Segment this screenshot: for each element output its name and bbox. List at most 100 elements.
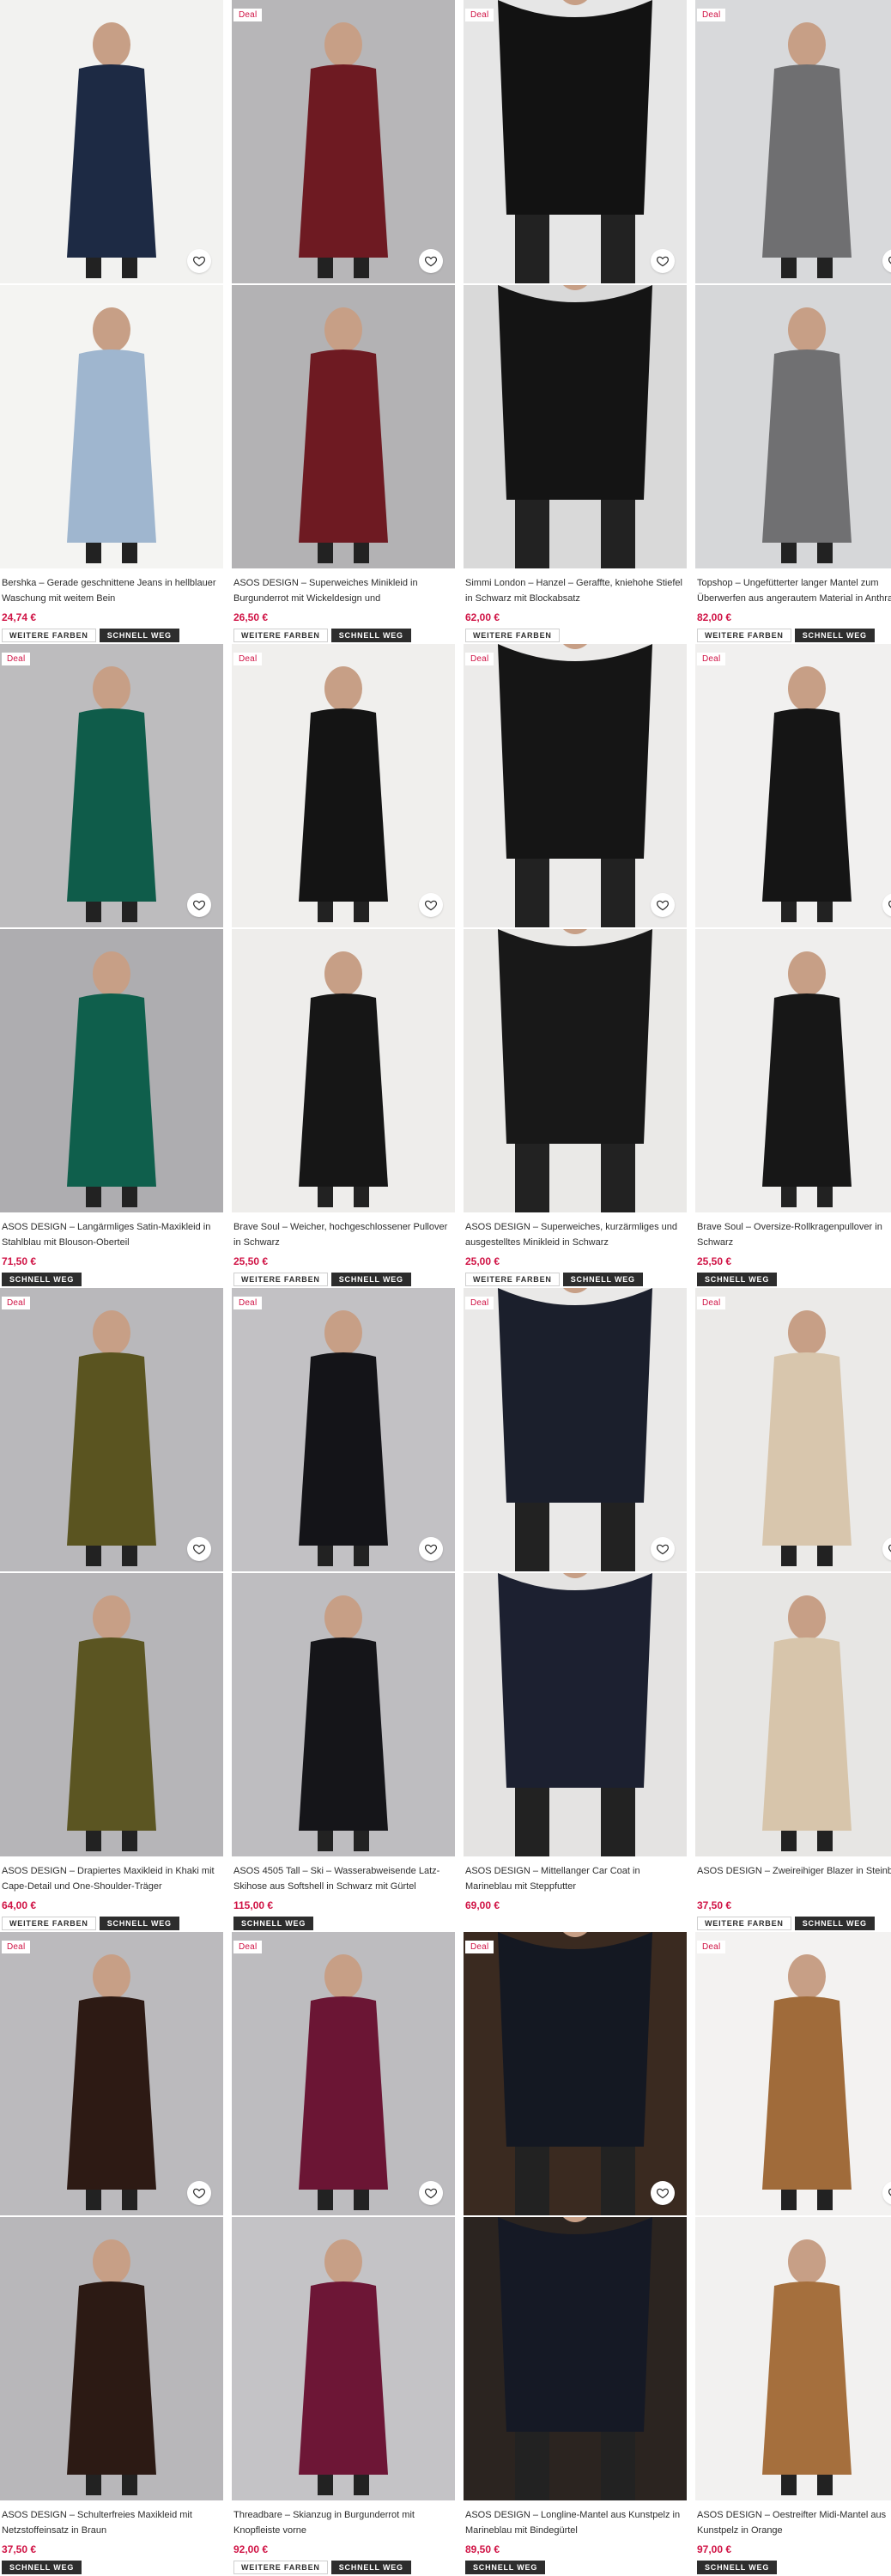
product-title[interactable]: Brave Soul – Weicher, hochgeschlossener … [232,1219,455,1250]
more-colors-tag[interactable]: WEITERE FARBEN [465,629,560,642]
product-image-secondary[interactable] [232,285,455,568]
save-for-later-button[interactable] [187,249,211,273]
save-for-later-button[interactable] [651,893,675,917]
save-for-later-button[interactable] [651,1537,675,1561]
product-card[interactable]: Deal ASOS DESIGN – Langärmliges Satin-Ma… [0,644,223,1288]
product-image-primary[interactable] [0,0,223,283]
product-title[interactable]: Topshop – Ungefütterter langer Mantel zu… [695,575,891,606]
product-price: 89,50 € [465,2543,500,2555]
heart-icon [424,1544,438,1555]
product-image-primary[interactable]: Deal [695,1288,891,1571]
product-image-primary[interactable]: Deal [464,1932,687,2215]
save-for-later-button[interactable] [651,249,675,273]
product-photo [695,644,891,927]
product-title[interactable]: ASOS DESIGN – Superweiches Minikleid in … [232,575,455,606]
product-title[interactable]: ASOS DESIGN – Superweiches, kurzärmliges… [464,1219,687,1250]
product-image-primary[interactable]: Deal [695,0,891,283]
product-image-primary[interactable]: Deal [464,1288,687,1571]
save-for-later-button[interactable] [419,1537,443,1561]
deal-badge: Deal [465,653,494,665]
product-card[interactable]: Deal Simmi London – Hanzel – Geraffte, k… [464,0,687,644]
product-card[interactable]: Deal ASOS DESIGN – Superweiches Miniklei… [232,0,455,644]
product-image-primary[interactable]: Deal [0,1288,223,1571]
product-card[interactable]: Deal ASOS DESIGN – Zweireihiger Blazer i… [695,1288,891,1932]
product-card[interactable]: Bershka – Gerade geschnittene Jeans in h… [0,0,223,644]
product-image-primary[interactable]: Deal [232,0,455,283]
product-image-secondary[interactable] [0,285,223,568]
product-photo [232,0,455,283]
more-colors-tag[interactable]: WEITERE FARBEN [2,1917,96,1930]
product-image-primary[interactable]: Deal [232,1932,455,2215]
product-title[interactable]: ASOS DESIGN – Mittellanger Car Coat in M… [464,1863,687,1894]
product-title[interactable]: ASOS DESIGN – Oestreifter Midi-Mantel au… [695,2507,891,2538]
product-image-secondary[interactable] [695,1573,891,1856]
more-colors-tag[interactable]: WEITERE FARBEN [233,2561,328,2574]
more-colors-tag[interactable]: WEITERE FARBEN [697,1917,791,1930]
product-image-primary[interactable]: Deal [0,1932,223,2215]
product-image-secondary[interactable] [0,929,223,1212]
deal-badge: Deal [2,1297,31,1309]
product-photo [695,1288,891,1571]
product-title[interactable]: Simmi London – Hanzel – Geraffte, knieho… [464,575,687,606]
product-title[interactable]: ASOS DESIGN – Langärmliges Satin-Maxikle… [0,1219,223,1250]
product-tags: WEITERE FARBEN SCHNELL WEG [695,1917,891,1930]
save-for-later-button[interactable] [419,893,443,917]
heart-icon [424,900,438,911]
product-title[interactable]: Brave Soul – Oversize-Rollkragenpullover… [695,1219,891,1250]
more-colors-tag[interactable]: WEITERE FARBEN [233,629,328,642]
product-title[interactable]: ASOS DESIGN – Zweireihiger Blazer in Ste… [695,1863,891,1894]
product-photo [695,2217,891,2500]
product-tags: WEITERE FARBEN [464,629,687,642]
more-colors-tag[interactable]: WEITERE FARBEN [697,629,791,642]
more-colors-tag[interactable]: WEITERE FARBEN [233,1273,328,1286]
product-title[interactable]: ASOS DESIGN – Longline-Mantel aus Kunstp… [464,2507,687,2538]
product-image-primary[interactable]: Deal [695,1932,891,2215]
product-card[interactable]: Deal Threadbare – Skianzug in Burgunderr… [232,1932,455,2576]
product-image-primary[interactable]: Deal [232,644,455,927]
save-for-later-button[interactable] [419,249,443,273]
product-image-secondary[interactable] [232,929,455,1212]
product-image-secondary[interactable] [232,1573,455,1856]
product-card[interactable]: Deal ASOS 4505 Tall – Ski – Wasserabweis… [232,1288,455,1932]
save-for-later-button[interactable] [187,1537,211,1561]
heart-icon [424,256,438,267]
product-image-secondary[interactable] [464,1573,687,1856]
product-image-primary[interactable]: Deal [464,0,687,283]
product-image-secondary[interactable] [232,2217,455,2500]
product-image-secondary[interactable] [464,285,687,568]
product-card[interactable]: Deal Topshop – Ungefütterter langer Mant… [695,0,891,644]
more-colors-tag[interactable]: WEITERE FARBEN [465,1273,560,1286]
product-image-secondary[interactable] [0,1573,223,1856]
product-card[interactable]: Deal ASOS DESIGN – Schulterfreies Maxikl… [0,1932,223,2576]
product-image-secondary[interactable] [464,929,687,1212]
product-image-secondary[interactable] [464,2217,687,2500]
product-card[interactable]: Deal ASOS DESIGN – Oestreifter Midi-Mant… [695,1932,891,2576]
product-image-primary[interactable]: Deal [0,644,223,927]
product-image-primary[interactable]: Deal [464,644,687,927]
product-title[interactable]: Bershka – Gerade geschnittene Jeans in h… [0,575,223,606]
product-image-secondary[interactable] [695,2217,891,2500]
product-tags: WEITERE FARBEN SCHNELL WEG [464,1273,687,1286]
product-title[interactable]: ASOS DESIGN – Schulterfreies Maxikleid m… [0,2507,223,2538]
save-for-later-button[interactable] [187,893,211,917]
product-card[interactable]: Deal ASOS DESIGN – Superweiches, kurzärm… [464,644,687,1288]
product-image-primary[interactable]: Deal [695,644,891,927]
deal-badge: Deal [233,653,263,665]
product-card[interactable]: Deal ASOS DESIGN – Drapiertes Maxikleid … [0,1288,223,1932]
product-card[interactable]: Deal Brave Soul – Weicher, hochgeschloss… [232,644,455,1288]
product-card[interactable]: Deal ASOS DESIGN – Longline-Mantel aus K… [464,1932,687,2576]
product-title[interactable]: Threadbare – Skianzug in Burgunderrot mi… [232,2507,455,2538]
product-image-secondary[interactable] [695,929,891,1212]
save-for-later-button[interactable] [187,2181,211,2205]
product-image-secondary[interactable] [695,285,891,568]
product-tags: WEITERE FARBEN SCHNELL WEG [232,2561,455,2574]
product-card[interactable]: Deal Brave Soul – Oversize-Rollkragenpul… [695,644,891,1288]
product-image-primary[interactable]: Deal [232,1288,455,1571]
more-colors-tag[interactable]: WEITERE FARBEN [2,629,96,642]
product-card[interactable]: Deal ASOS DESIGN – Mittellanger Car Coat… [464,1288,687,1932]
product-title[interactable]: ASOS 4505 Tall – Ski – Wasserabweisende … [232,1863,455,1894]
product-image-secondary[interactable] [0,2217,223,2500]
product-title[interactable]: ASOS DESIGN – Drapiertes Maxikleid in Kh… [0,1863,223,1894]
save-for-later-button[interactable] [419,2181,443,2205]
save-for-later-button[interactable] [651,2181,675,2205]
